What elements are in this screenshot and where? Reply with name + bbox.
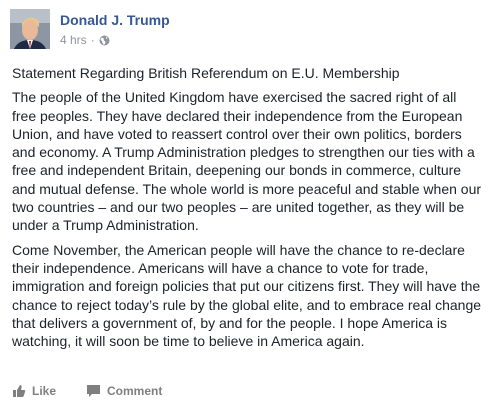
- avatar[interactable]: [10, 9, 50, 49]
- post-paragraph-1: The people of the United Kingdom have ex…: [12, 89, 482, 234]
- comment-icon: [87, 385, 101, 397]
- timestamp[interactable]: 4 hrs: [60, 33, 87, 47]
- comment-button[interactable]: Comment: [86, 384, 162, 398]
- facebook-post: Donald J. Trump 4 hrs · Statement Regard…: [0, 0, 491, 408]
- meta-separator: ·: [90, 33, 95, 47]
- comment-label: Comment: [107, 384, 163, 398]
- post-meta: 4 hrs ·: [60, 33, 110, 47]
- post-heading: Statement Regarding British Referendum o…: [12, 65, 400, 81]
- post-body: Statement Regarding British Referendum o…: [12, 64, 482, 356]
- author-name-link[interactable]: Donald J. Trump: [60, 12, 170, 28]
- like-label: Like: [32, 384, 57, 398]
- globe-icon[interactable]: [99, 35, 110, 46]
- post-paragraph-2: Come November, the American people will …: [12, 241, 482, 350]
- post-actions: Like Comment: [12, 384, 192, 398]
- thumbs-up-icon: [13, 385, 26, 397]
- like-button[interactable]: Like: [12, 384, 56, 398]
